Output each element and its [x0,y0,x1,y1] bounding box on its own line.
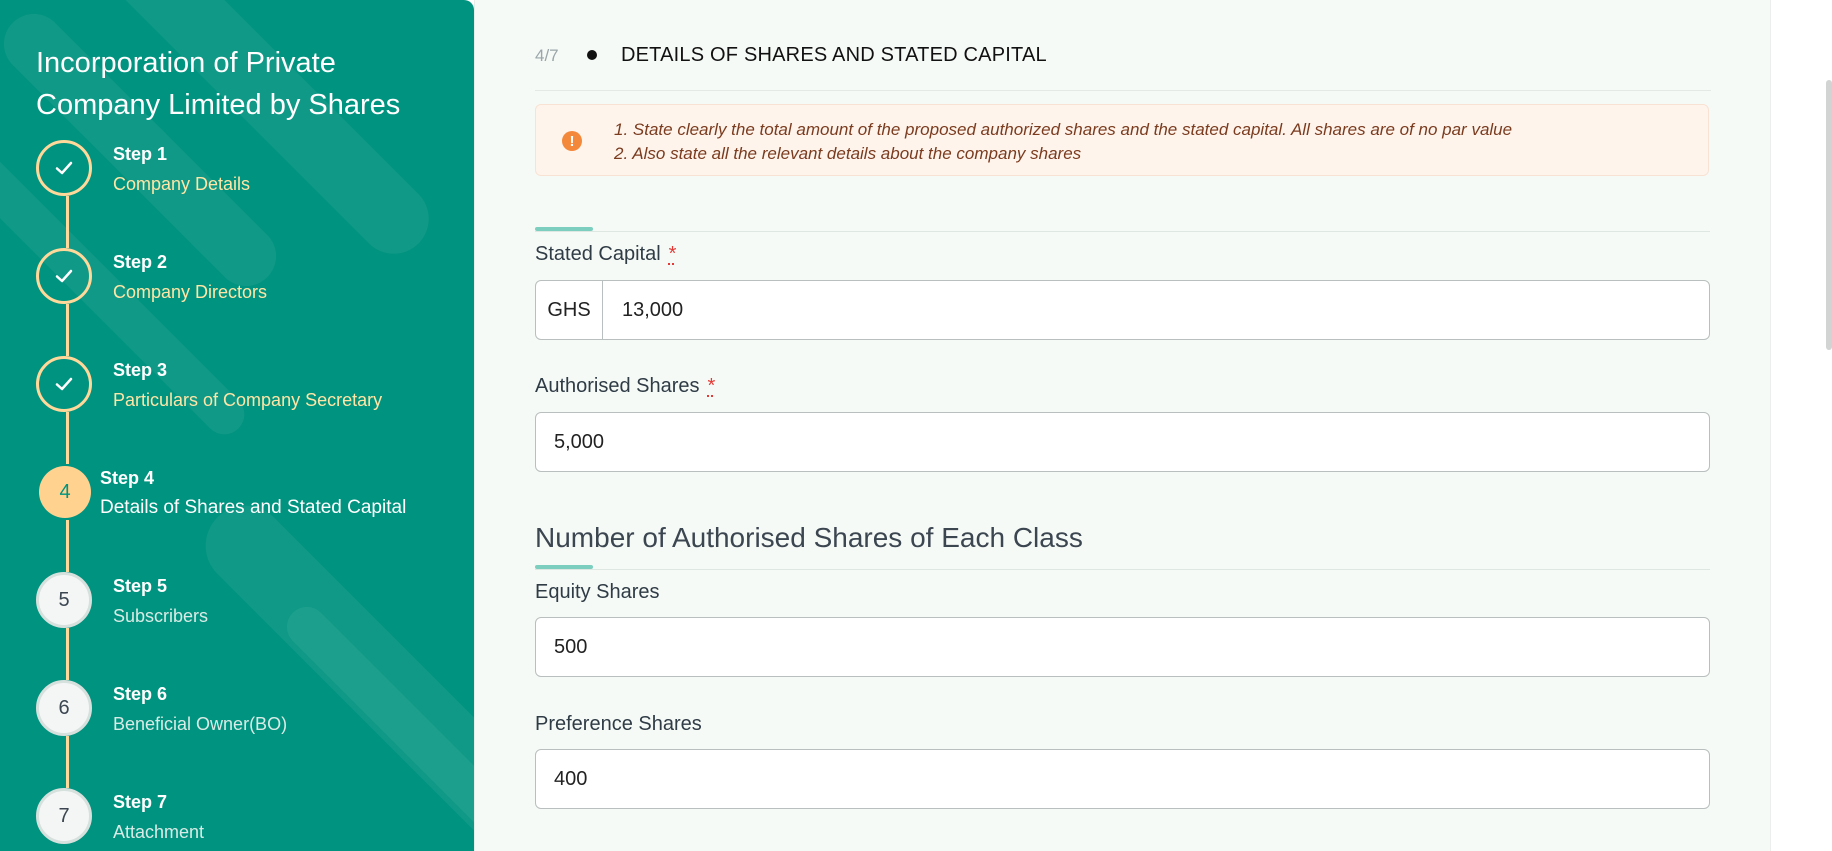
preference-shares-label: Preference Shares [535,713,702,735]
authorised-shares-label-text: Authorised Shares [535,375,700,397]
stated-capital-field: GHS [535,280,1710,340]
step-5-name: Subscribers [113,606,209,626]
step-2-label: Step 2 [113,252,168,272]
step-connector [66,628,69,680]
authorised-shares-input[interactable] [554,413,1694,471]
stated-capital-label: Stated Capital * [535,243,676,266]
step-6-name: Beneficial Owner(BO) [113,714,288,734]
info-alert: ! 1. State clearly the total amount of t… [535,104,1709,176]
alert-line-1: 1. State clearly the total amount of the… [614,120,1513,139]
currency-prefix: GHS [536,281,603,339]
step-1-checkmark-icon [36,140,92,196]
required-marker: * [707,375,716,397]
alert-line-2: 2. Also state all the relevant details a… [614,144,1082,163]
step-4-name: Details of Shares and Stated Capital [100,497,407,518]
equity-shares-input[interactable] [554,618,1694,676]
step-7-marker: 7 [36,788,92,844]
share-class-heading: Number of Authorised Shares of Each Clas… [535,522,1083,553]
equity-shares-label: Equity Shares [535,581,660,603]
form-panel: 4/7 DETAILS OF SHARES AND STATED CAPITAL… [474,0,1771,851]
bullet-icon [587,50,597,60]
step-5-marker: 5 [36,572,92,628]
step-progress-counter: 4/7 [535,46,559,65]
sidebar-title-line1: Incorporation of Private [36,47,336,79]
stated-capital-input[interactable] [622,281,1682,339]
preference-shares-field [535,749,1710,809]
divider [535,231,1710,232]
section-accent-bar [535,227,593,231]
step-connector [66,736,69,788]
step-4-marker: 4 [39,466,91,518]
preference-shares-input[interactable] [554,750,1694,808]
exclamation-circle-icon: ! [562,131,582,151]
equity-shares-field [535,617,1710,677]
step-6-label: Step 6 [113,684,168,704]
authorised-shares-label: Authorised Shares * [535,375,715,398]
step-2-name: Company Directors [113,282,268,302]
step-1-label: Step 1 [113,144,168,164]
step-connector [66,412,69,464]
step-7-label: Step 7 [113,792,168,812]
sidebar-title-line2: Company Limited by Shares [36,89,401,121]
step-connector [66,520,69,572]
step-connector [66,304,69,356]
step-connector [66,196,69,248]
step-4-label: Step 4 [100,468,155,488]
stated-capital-label-text: Stated Capital [535,243,661,265]
authorised-shares-field [535,412,1710,472]
scrollbar-thumb[interactable] [1826,80,1832,350]
section-title: DETAILS OF SHARES AND STATED CAPITAL [621,44,1047,66]
divider [535,569,1710,570]
required-marker: * [668,243,677,265]
step-5-label: Step 5 [113,576,168,596]
step-3-checkmark-icon [36,356,92,412]
page-gutter [1770,0,1832,851]
sidebar-title: Incorporation of Private Company Limited… [36,42,456,126]
section-accent-bar [535,565,593,569]
section-header: 4/7 DETAILS OF SHARES AND STATED CAPITAL [535,40,1711,91]
step-7-name: Attachment [113,822,205,842]
wizard-sidebar: Incorporation of Private Company Limited… [0,0,474,851]
step-3-name: Particulars of Company Secretary [113,390,383,410]
step-1-name: Company Details [113,174,251,194]
step-2-checkmark-icon [36,248,92,304]
step-3-label: Step 3 [113,360,168,380]
step-6-marker: 6 [36,680,92,736]
